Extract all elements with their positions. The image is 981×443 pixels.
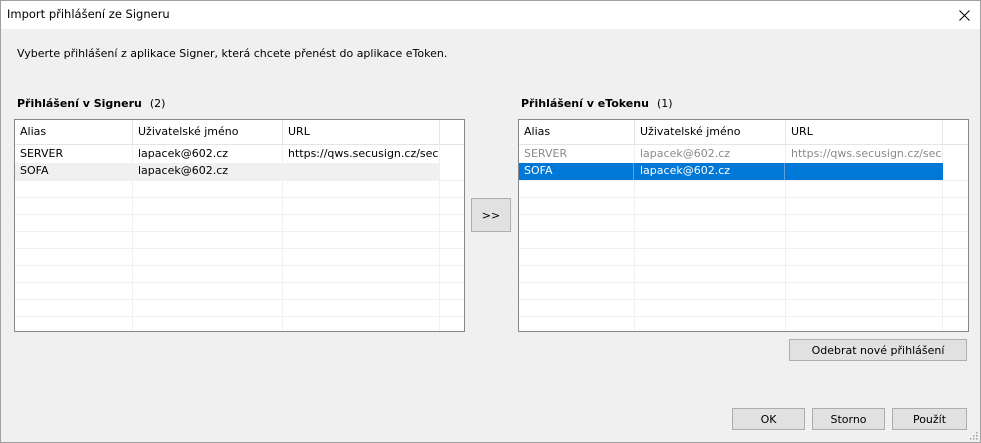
cell-url: https://qws.secusign.cz/sec... — [288, 147, 439, 160]
etoken-group-title: Přihlášení v eTokenu (1) — [521, 97, 673, 110]
column-header-alias[interactable]: Alias — [15, 120, 133, 145]
column-header-url[interactable]: URL — [283, 120, 440, 145]
resize-grip-icon[interactable] — [968, 430, 978, 440]
cell-username: lapacek@602.cz — [635, 163, 785, 180]
table-row[interactable]: SERVER lapacek@602.cz https://qws.secusi… — [519, 146, 968, 163]
signer-list[interactable]: Alias Uživatelské jméno URL SERVER lapac… — [14, 119, 465, 332]
cell-username: lapacek@602.cz — [138, 147, 229, 160]
signer-group-label: Přihlášení v Signeru — [17, 97, 142, 110]
cell-alias: SOFA — [20, 164, 49, 177]
etoken-count: (1) — [656, 97, 673, 110]
cell-url: https://qws.secusign.cz/sec... — [791, 147, 942, 160]
move-to-etoken-button[interactable]: >> — [471, 198, 511, 232]
close-button[interactable] — [948, 1, 980, 29]
cell-username: lapacek@602.cz — [138, 164, 229, 177]
cell-alias: SOFA — [519, 163, 634, 180]
column-header-alias[interactable]: Alias — [519, 120, 635, 145]
signer-list-header: Alias Uživatelské jméno URL — [15, 120, 464, 145]
close-icon — [958, 9, 970, 21]
instruction-text: Vyberte přihlášení z aplikace Signer, kt… — [17, 47, 448, 60]
ok-button[interactable]: OK — [732, 408, 805, 430]
cell-url — [786, 163, 942, 180]
apply-button[interactable]: Použít — [892, 408, 967, 430]
cell-alias: SERVER — [524, 147, 568, 160]
signer-group-title: Přihlášení v Signeru (2) — [17, 97, 165, 110]
remove-new-login-button[interactable]: Odebrat nové přihlášení — [789, 339, 967, 361]
signer-count: (2) — [149, 97, 166, 110]
table-row[interactable]: SERVER lapacek@602.cz https://qws.secusi… — [15, 146, 464, 163]
etoken-list[interactable]: Alias Uživatelské jméno URL SERVER lapac… — [518, 119, 969, 332]
table-row[interactable]: SOFA lapacek@602.cz — [15, 163, 439, 180]
window-title: Import přihlášení ze Signeru — [7, 7, 170, 21]
table-row-selected[interactable]: SOFA lapacek@602.cz — [519, 163, 943, 180]
etoken-group-label: Přihlášení v eTokenu — [521, 97, 649, 110]
column-header-username[interactable]: Uživatelské jméno — [133, 120, 283, 145]
column-header-username[interactable]: Uživatelské jméno — [635, 120, 786, 145]
cancel-button[interactable]: Storno — [812, 408, 885, 430]
column-header-url[interactable]: URL — [786, 120, 943, 145]
import-dialog: Import přihlášení ze Signeru Vyberte při… — [0, 0, 981, 443]
cell-url — [283, 163, 439, 180]
etoken-list-header: Alias Uživatelské jméno URL — [519, 120, 968, 145]
title-bar: Import přihlášení ze Signeru — [1, 1, 980, 29]
cell-alias: SERVER — [20, 147, 64, 160]
cell-username: lapacek@602.cz — [640, 147, 731, 160]
